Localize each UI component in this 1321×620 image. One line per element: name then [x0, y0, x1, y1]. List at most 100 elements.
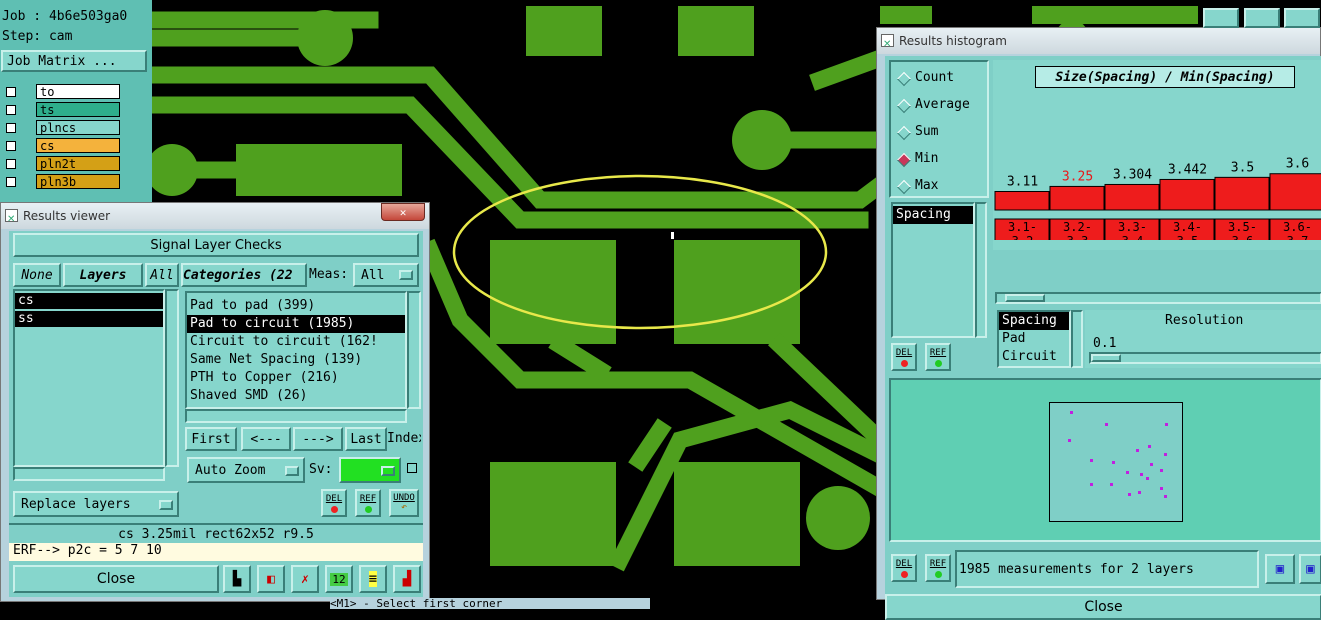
spacing-list-item[interactable]: Spacing — [893, 206, 973, 224]
tool-icon-4[interactable]: 12 — [325, 565, 353, 593]
histogram-chart[interactable]: 3.11 3.1-3.2 3.25 3.2-3.3 3.304 3.3-3.4 3.442 3… — [993, 90, 1321, 240]
bin-range-label: 3.4- — [1173, 220, 1202, 234]
histogram-bar[interactable] — [1214, 176, 1270, 211]
stat-label: Count — [915, 70, 955, 85]
spacing-list-2-scrollbar[interactable] — [1071, 310, 1083, 368]
categories-button[interactable]: Categories (22 — [181, 263, 307, 287]
del-button[interactable]: DEL — [321, 489, 347, 517]
histogram-bar[interactable] — [1269, 173, 1321, 211]
meas-label: Meas: — [309, 267, 349, 282]
tool-icon-5[interactable]: ≡ — [359, 565, 387, 593]
meas-select[interactable]: All — [353, 263, 419, 287]
category-list-item[interactable]: PTH to Copper (216) — [187, 369, 405, 387]
board-preview[interactable] — [1049, 402, 1183, 522]
resolution-slider-thumb[interactable] — [1091, 354, 1121, 362]
meas-value: All — [361, 267, 385, 283]
spacing-attr-item[interactable]: Pad — [999, 330, 1069, 348]
histogram-bar[interactable] — [1104, 183, 1160, 211]
stat-label: Max — [915, 178, 939, 193]
auto-zoom-select[interactable]: Auto Zoom — [187, 457, 305, 483]
histogram-titlebar[interactable]: Results histogram — [877, 28, 1320, 58]
home-icon[interactable] — [1203, 8, 1239, 28]
stat-radio-average[interactable] — [896, 98, 912, 114]
category-list-item[interactable]: Pad to pad (399) — [187, 297, 405, 315]
layer-row-pln2t[interactable]: pln2t — [2, 156, 120, 172]
layers-button[interactable]: Layers — [63, 263, 143, 287]
all-button[interactable]: All — [145, 263, 179, 287]
undo-button[interactable]: UNDO ↶ — [389, 489, 419, 517]
layer-row-plncs[interactable]: plncs — [2, 120, 120, 136]
hist-extra-button[interactable]: ▣ — [1299, 554, 1321, 584]
resolution-slider[interactable] — [1089, 352, 1321, 364]
chart-hscrollbar[interactable] — [995, 292, 1321, 304]
layers-hscrollbar[interactable] — [13, 467, 165, 481]
ref-button[interactable]: REF — [355, 489, 381, 517]
close-button[interactable]: Close — [13, 565, 219, 593]
histogram-bar[interactable] — [1049, 185, 1105, 211]
category-list-item[interactable]: Shaved SMD (26) — [187, 387, 405, 405]
layer-row-pln3b[interactable]: pln3b — [2, 174, 120, 190]
layer-checkbox[interactable] — [6, 141, 16, 151]
prev-button[interactable]: <--- — [241, 427, 291, 451]
spacing-attr-item[interactable]: Spacing — [999, 312, 1069, 330]
bottom-ref-label: REF — [929, 558, 947, 569]
tool-icon-1[interactable]: ▙ — [223, 565, 251, 593]
stat-radio-min[interactable] — [896, 152, 912, 168]
tool-icon-6[interactable]: ▟ — [393, 565, 421, 593]
layer-checkbox[interactable] — [6, 177, 16, 187]
layer-checkbox[interactable] — [6, 105, 16, 115]
layer-list-item[interactable]: cs — [15, 293, 163, 309]
layers-vscrollbar[interactable] — [165, 289, 179, 467]
bin-range-label: 3.2- — [1063, 220, 1092, 234]
window-icon[interactable] — [1244, 8, 1280, 28]
histogram-bar[interactable] — [994, 191, 1050, 211]
job-matrix-button[interactable]: Job Matrix ... — [1, 50, 147, 72]
layer-row-to[interactable]: to — [2, 84, 120, 100]
last-button[interactable]: Last — [345, 427, 387, 451]
chart-hscrollbar-thumb[interactable] — [1005, 294, 1045, 302]
close-icon[interactable]: ✕ — [381, 203, 425, 221]
layer-row-ts[interactable]: ts — [2, 102, 120, 118]
sv-color-select[interactable] — [339, 457, 401, 483]
spacing-list-2[interactable]: Spacing Pad Circuit — [997, 310, 1071, 368]
hist-export-button[interactable]: ▣ — [1265, 554, 1295, 584]
stat-radio-count[interactable] — [896, 71, 912, 87]
bottom-ref-button[interactable]: REF — [925, 554, 951, 582]
next-button[interactable]: ---> — [293, 427, 343, 451]
preview-panel — [889, 378, 1321, 542]
hist-del-button[interactable]: DEL — [891, 343, 917, 371]
histogram-close-button[interactable]: Close — [885, 594, 1321, 620]
bottom-del-button[interactable]: DEL — [891, 554, 917, 582]
signal-layer-checks-header[interactable]: Signal Layer Checks — [13, 233, 419, 257]
sv-checkbox[interactable] — [407, 463, 417, 473]
spacing-attr-item[interactable]: Circuit — [999, 348, 1069, 366]
histogram-bar[interactable] — [1159, 178, 1215, 211]
layer-checkbox[interactable] — [6, 123, 16, 133]
layer-list-item[interactable]: ss — [15, 311, 163, 327]
wand-icon[interactable] — [1284, 8, 1320, 28]
replace-layers-select[interactable]: Replace layers — [13, 491, 179, 517]
replace-layers-value: Replace layers — [21, 496, 131, 512]
layer-checkbox[interactable] — [6, 87, 16, 97]
category-list-item[interactable]: Circuit to circuit (162! — [187, 333, 405, 351]
layer-checkbox[interactable] — [6, 159, 16, 169]
category-list-item[interactable]: Pad to circuit (1985) — [187, 315, 405, 333]
categories-vscrollbar[interactable] — [407, 291, 421, 409]
first-button[interactable]: First — [185, 427, 237, 451]
stat-radio-sum[interactable] — [896, 125, 912, 141]
stat-radio-max[interactable] — [896, 179, 912, 195]
one-two-icon: 12 — [330, 572, 348, 586]
preview-marker — [1164, 453, 1167, 456]
tool-icon-3[interactable]: ✗ — [291, 565, 319, 593]
category-list-item[interactable]: Same Net Spacing (139) — [187, 351, 405, 369]
spacing-list-1[interactable]: Spacing — [891, 202, 975, 338]
categories-hscrollbar[interactable] — [185, 409, 407, 423]
layer-row-cs[interactable]: cs — [2, 138, 120, 154]
results-viewer-titlebar[interactable]: Results viewer — [1, 203, 429, 233]
spacing-list-1-scrollbar[interactable] — [975, 202, 987, 338]
tool-icon-2[interactable]: ◧ — [257, 565, 285, 593]
hist-ref-button[interactable]: REF — [925, 343, 951, 371]
none-button[interactable]: None — [13, 263, 61, 287]
layers-listbox[interactable]: cs ss — [13, 289, 165, 467]
categories-listbox[interactable]: Pad to pad (399) Pad to circuit (1985) Cir… — [185, 291, 407, 409]
